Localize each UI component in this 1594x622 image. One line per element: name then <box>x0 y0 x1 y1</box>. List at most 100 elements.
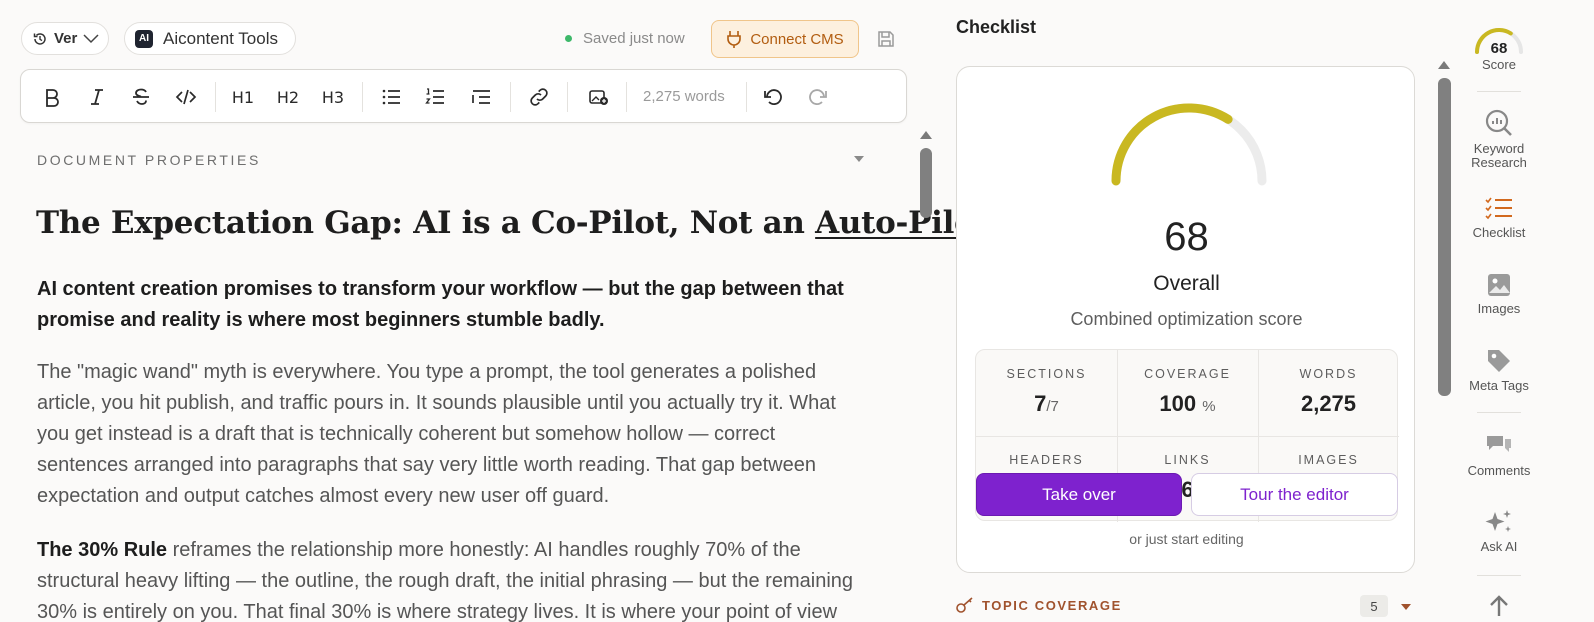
code-icon <box>175 89 197 105</box>
tour-editor-button[interactable]: Tour the editor <box>1191 473 1398 516</box>
insert-image-button[interactable] <box>584 83 612 111</box>
saved-status-dot-icon <box>565 35 572 42</box>
comments-icon <box>1487 436 1511 452</box>
scroll-up-arrow-icon[interactable] <box>1438 61 1450 69</box>
indent-list-button[interactable] <box>467 83 495 111</box>
heading2-label: H2 <box>276 87 300 107</box>
rail-images[interactable]: Images <box>1455 272 1543 316</box>
bullet-list-icon <box>382 89 400 105</box>
stat-value: 100 % <box>1117 391 1258 417</box>
rail-images-label: Images <box>1477 301 1521 316</box>
topic-count-badge: 5 <box>1360 595 1388 617</box>
gauge-fill <box>1111 103 1233 186</box>
caret-down-icon[interactable] <box>1401 604 1411 610</box>
strikethrough-button[interactable] <box>127 83 155 111</box>
word-count: 2,275 words <box>643 88 725 105</box>
caret-down-icon[interactable] <box>854 156 864 162</box>
stat-label: COVERAGE <box>1144 367 1231 381</box>
undo-button[interactable] <box>759 83 787 111</box>
body-paragraph[interactable]: The 30% Rule reframes the relationship m… <box>37 535 867 622</box>
body-paragraph[interactable]: The "magic wand" myth is everywhere. You… <box>37 357 867 512</box>
editor-scrollbar-thumb[interactable] <box>920 148 932 218</box>
rail-meta-tags[interactable]: Meta Tags <box>1455 347 1543 393</box>
keyword-search-icon <box>1485 109 1512 136</box>
rail-divider <box>1477 412 1521 413</box>
stat-label: LINKS <box>1164 453 1211 467</box>
heading1-button[interactable]: H1 <box>229 83 257 111</box>
rail-publish[interactable] <box>1455 592 1543 618</box>
indent-list-icon <box>472 90 490 104</box>
numbered-list-icon <box>425 88 444 104</box>
numbered-list-button[interactable] <box>421 83 449 111</box>
scroll-up-arrow-icon[interactable] <box>920 131 932 139</box>
stat-value: 7/7 <box>976 391 1117 417</box>
editor-topbar: Ver AI Aicontent Tools Saved just now Co… <box>0 0 950 70</box>
image-icon <box>1488 274 1510 296</box>
lead-paragraph[interactable]: AI content creation promises to transfor… <box>37 274 857 336</box>
toolbar-divider <box>215 82 216 112</box>
topic-coverage-label: TOPIC COVERAGE <box>982 597 1122 613</box>
stat-sections: SECTIONS 7/7 <box>976 350 1117 436</box>
right-rail: 68 Score Keyword Research Checklist Imag… <box>1455 0 1543 622</box>
coverage-value: 100 <box>1159 391 1197 416</box>
redo-icon <box>809 89 827 105</box>
panel-title: Checklist <box>956 17 1037 37</box>
code-button[interactable] <box>172 83 200 111</box>
editor-pane: Ver AI Aicontent Tools Saved just now Co… <box>0 0 989 622</box>
workspace-switcher[interactable]: AI Aicontent Tools <box>124 22 296 55</box>
start-editing-hint: or just start editing <box>1129 531 1244 547</box>
bold-icon <box>46 89 59 107</box>
link-icon <box>530 88 548 106</box>
key-icon <box>956 597 973 613</box>
italic-button[interactable] <box>83 83 111 111</box>
stat-label: WORDS <box>1299 367 1358 381</box>
sparkles-icon <box>1485 510 1511 532</box>
panel-scrollbar-thumb[interactable] <box>1438 78 1451 396</box>
toolbar-divider <box>510 82 511 112</box>
rail-ask-ai-label: Ask AI <box>1480 539 1518 554</box>
rail-meta-label: Meta Tags <box>1469 378 1529 393</box>
topic-coverage-header[interactable]: TOPIC COVERAGE <box>956 597 1122 613</box>
document-properties-toggle[interactable]: DOCUMENT PROPERTIES <box>37 152 261 168</box>
bold-button[interactable] <box>38 83 66 111</box>
bullet-list-button[interactable] <box>377 83 405 111</box>
toolbar-divider <box>567 82 568 112</box>
stat-coverage: COVERAGE 100 % <box>1117 350 1258 436</box>
heading3-button[interactable]: H3 <box>319 83 347 111</box>
italic-icon <box>91 89 103 105</box>
redo-button[interactable] <box>804 83 832 111</box>
rail-divider <box>1477 575 1521 576</box>
arrow-up-icon <box>1490 595 1508 616</box>
rail-keyword-research[interactable]: Keyword Research <box>1455 108 1543 170</box>
grid-divider <box>976 436 1399 437</box>
rail-comments[interactable]: Comments <box>1455 432 1543 478</box>
undo-icon <box>764 89 782 105</box>
heading3-label: H3 <box>321 87 345 107</box>
rail-keyword-label: Keyword Research <box>1471 141 1527 170</box>
rail-ask-ai[interactable]: Ask AI <box>1455 508 1543 554</box>
connect-cms-button[interactable]: Connect CMS <box>711 20 859 58</box>
toolbar-divider <box>362 82 363 112</box>
chevron-down-icon <box>83 33 99 43</box>
rail-checklist[interactable]: Checklist <box>1455 196 1543 240</box>
connect-cms-label: Connect CMS <box>750 30 844 48</box>
score-gauge <box>1111 103 1267 186</box>
gauge-track <box>1111 103 1267 186</box>
heading2-button[interactable]: H2 <box>274 83 302 111</box>
rail-score[interactable]: 68 Score <box>1455 22 1543 72</box>
sections-value: 7 <box>1034 391 1047 416</box>
coverage-unit: % <box>1202 398 1216 415</box>
app-root: Ver AI Aicontent Tools Saved just now Co… <box>0 0 1594 622</box>
save-disk-icon[interactable] <box>876 29 896 49</box>
take-over-button[interactable]: Take over <box>976 473 1182 516</box>
history-icon <box>33 32 46 45</box>
document-title[interactable]: The Expectation Gap: AI is a Co-Pilot, N… <box>36 205 989 241</box>
toolbar-divider <box>746 82 747 112</box>
version-history-button[interactable]: Ver <box>21 22 109 55</box>
heading1-label: H1 <box>231 87 255 107</box>
stat-label: HEADERS <box>1009 453 1084 467</box>
overall-subtitle: Combined optimization score <box>1070 309 1303 329</box>
stat-words: WORDS 2,275 <box>1258 350 1399 436</box>
link-button[interactable] <box>525 83 553 111</box>
overall-score-value: 68 <box>1164 215 1209 259</box>
